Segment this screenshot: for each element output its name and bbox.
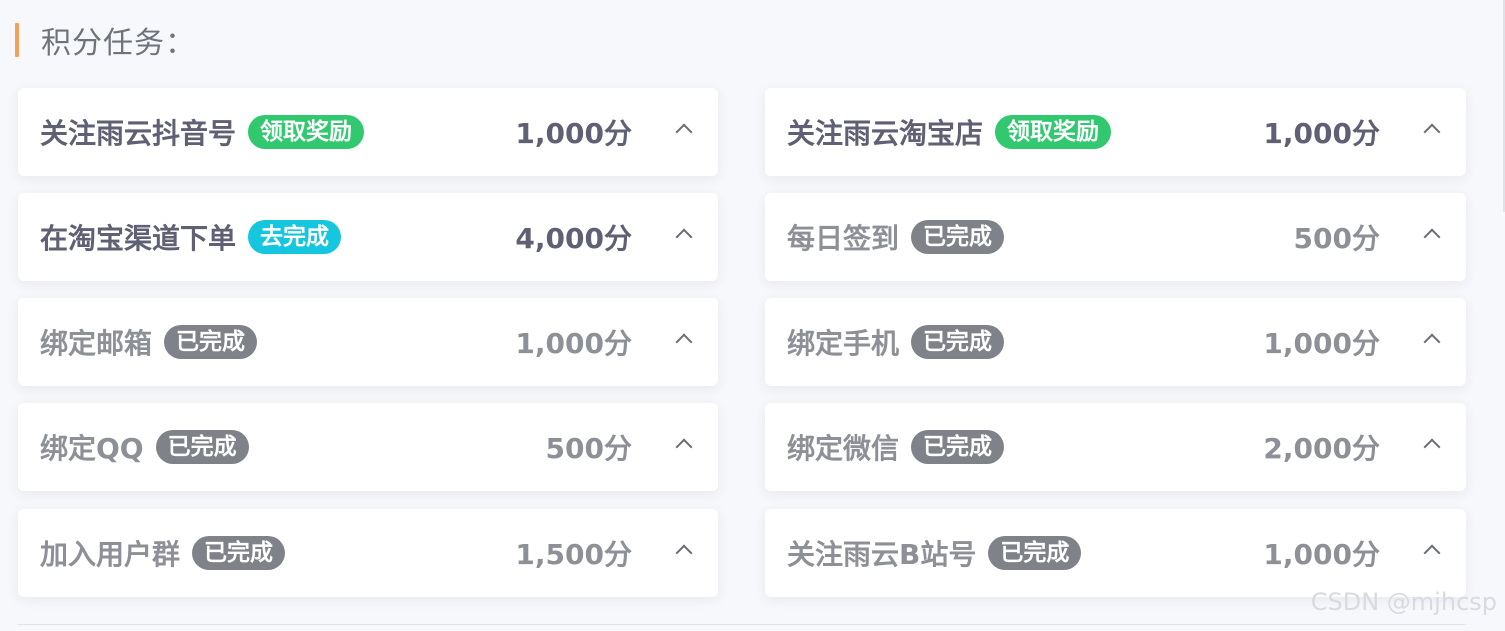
task-points: 500分: [545, 432, 632, 465]
task-card[interactable]: 关注雨云淘宝店 领取奖励 1,000分: [765, 88, 1466, 176]
completed-tag: 已完成: [155, 430, 249, 464]
task-card[interactable]: 在淘宝渠道下单 去完成 4,000分: [18, 193, 718, 281]
chevron-up-icon[interactable]: [1423, 544, 1441, 562]
task-label: 绑定手机: [787, 327, 900, 360]
task-name: 关注雨云抖音号 领取奖励: [40, 88, 365, 176]
chevron-up-icon[interactable]: [675, 438, 693, 456]
task-name: 关注雨云淘宝店 领取奖励: [787, 88, 1112, 176]
task-name: 绑定手机 已完成: [787, 298, 1005, 386]
task-card[interactable]: 关注雨云抖音号 领取奖励 1,000分: [18, 88, 718, 176]
claim-reward-tag[interactable]: 领取奖励: [995, 115, 1112, 149]
chevron-up-icon[interactable]: [675, 123, 693, 141]
task-points: 1,000分: [515, 327, 632, 360]
completed-tag: 已完成: [911, 430, 1005, 464]
section-header: 积分任务：: [15, 22, 196, 61]
task-points: 2,000分: [1263, 432, 1380, 465]
task-points: 1,000分: [1263, 327, 1380, 360]
completed-tag: 已完成: [911, 220, 1005, 254]
task-label: 加入用户群: [40, 538, 181, 571]
task-name: 绑定QQ 已完成: [40, 403, 249, 491]
task-name: 加入用户群 已完成: [40, 509, 286, 597]
task-label: 关注雨云抖音号: [40, 117, 237, 150]
task-points: 1,000分: [1263, 538, 1380, 571]
chevron-up-icon[interactable]: [1423, 228, 1441, 246]
task-points: 1,500分: [515, 538, 632, 571]
go-complete-tag[interactable]: 去完成: [248, 220, 342, 254]
task-card[interactable]: 关注雨云B站号 已完成 1,000分: [765, 509, 1466, 597]
claim-reward-tag[interactable]: 领取奖励: [248, 115, 365, 149]
task-label: 绑定微信: [787, 432, 900, 465]
task-points: 500分: [1293, 222, 1380, 255]
task-name: 每日签到 已完成: [787, 193, 1005, 281]
chevron-up-icon[interactable]: [1423, 438, 1441, 456]
bottom-divider: [18, 624, 1466, 625]
task-points: 1,000分: [1263, 117, 1380, 150]
completed-tag: 已完成: [911, 325, 1005, 359]
task-name: 关注雨云B站号 已完成: [787, 509, 1082, 597]
task-points: 4,000分: [515, 222, 632, 255]
task-label: 绑定QQ: [40, 432, 144, 465]
completed-tag: 已完成: [164, 325, 258, 359]
chevron-up-icon[interactable]: [1423, 333, 1441, 351]
task-label: 关注雨云B站号: [787, 538, 977, 571]
watermark: CSDN @mjhcsp: [1310, 588, 1497, 616]
section-title: 积分任务：: [41, 26, 196, 61]
task-label: 关注雨云淘宝店: [787, 117, 984, 150]
chevron-up-icon[interactable]: [675, 228, 693, 246]
task-label: 绑定邮箱: [40, 327, 153, 360]
task-name: 在淘宝渠道下单 去完成: [40, 193, 342, 281]
chevron-up-icon[interactable]: [1423, 123, 1441, 141]
task-name: 绑定邮箱 已完成: [40, 298, 258, 386]
completed-tag: 已完成: [192, 536, 286, 570]
task-card[interactable]: 每日签到 已完成 500分: [765, 193, 1466, 281]
task-points: 1,000分: [515, 117, 632, 150]
chevron-up-icon[interactable]: [675, 333, 693, 351]
task-card[interactable]: 绑定微信 已完成 2,000分: [765, 403, 1466, 491]
task-card[interactable]: 加入用户群 已完成 1,500分: [18, 509, 718, 597]
task-card[interactable]: 绑定手机 已完成 1,000分: [765, 298, 1466, 386]
completed-tag: 已完成: [988, 536, 1082, 570]
accent-bar: [15, 23, 19, 57]
task-card[interactable]: 绑定邮箱 已完成 1,000分: [18, 298, 718, 386]
task-label: 在淘宝渠道下单: [40, 222, 237, 255]
task-label: 每日签到: [787, 222, 900, 255]
task-card[interactable]: 绑定QQ 已完成 500分: [18, 403, 718, 491]
task-name: 绑定微信 已完成: [787, 403, 1005, 491]
chevron-up-icon[interactable]: [675, 544, 693, 562]
